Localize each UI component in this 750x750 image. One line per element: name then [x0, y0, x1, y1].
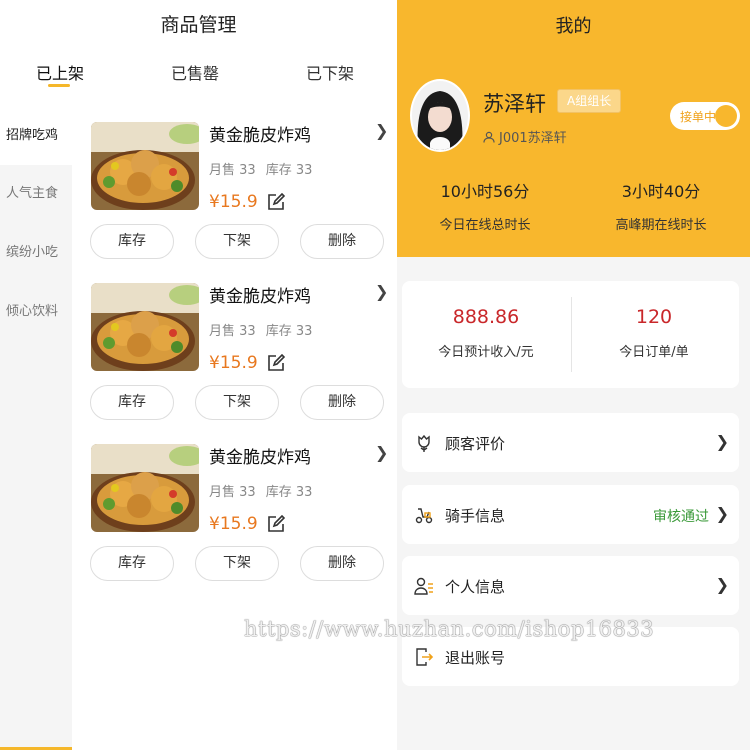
chevron-right-icon[interactable]: ❯ [375, 282, 388, 301]
status-tabs: 已上架 已售罄 已下架 [0, 60, 397, 90]
product-price: ¥15.9 [209, 192, 258, 212]
stat-value: 10小时56分 [440, 182, 530, 201]
take-off-shelf-button[interactable]: 下架 [195, 224, 279, 259]
category-item-drinks[interactable]: 倾心饮料 [0, 283, 72, 341]
menu-label: 顾客评价 [445, 435, 506, 453]
product-stats: 月售 33 库存 33 [209, 481, 312, 500]
person-icon [483, 131, 495, 147]
online-time-stat: 10小时56分 今日在线总时长 [397, 178, 573, 233]
monthly-sales: 月售 33 [209, 163, 256, 178]
chevron-right-icon[interactable]: ❯ [375, 443, 388, 462]
category-item-snacks[interactable]: 缤纷小吃 [0, 224, 72, 282]
delete-button[interactable]: 删除 [300, 385, 384, 420]
product-image[interactable] [91, 444, 199, 532]
tab-off-shelf[interactable]: 已下架 [306, 60, 354, 84]
orders-value: 120 [635, 306, 673, 328]
delete-button[interactable]: 删除 [300, 224, 384, 259]
watermark-text: https://www.huzhan.com/ishop16833 [244, 617, 655, 641]
category-item-staple[interactable]: 人气主食 [0, 165, 72, 223]
flower-icon [414, 433, 434, 453]
product-price: ¥15.9 [209, 353, 258, 373]
monthly-sales: 月售 33 [209, 485, 256, 500]
menu-item-rider-info[interactable]: 骑手信息 审核通过 ❯ [402, 485, 739, 544]
category-sidebar: 招牌吃鸡 人气主食 缤纷小吃 倾心饮料 [0, 107, 72, 750]
take-off-shelf-button[interactable]: 下架 [195, 546, 279, 581]
active-tab-indicator [48, 84, 70, 87]
chevron-right-icon: ❯ [715, 575, 729, 594]
stock-button[interactable]: 库存 [90, 224, 174, 259]
toggle-label: 接单中 [680, 110, 717, 124]
income-value: 888.86 [452, 306, 520, 328]
menu-label: 个人信息 [445, 578, 506, 596]
toggle-knob [715, 105, 737, 127]
peak-time-stat: 3小时40分 高峰期在线时长 [573, 178, 749, 233]
product-image[interactable] [91, 122, 199, 210]
product-card: 黄金脆皮炸鸡 ❯ 月售 33 库存 33 ¥15.9 库存 下架 删除 [72, 429, 397, 590]
orders-label: 今日订单/单 [619, 345, 689, 360]
page-title: 我的 [555, 16, 592, 37]
menu-item-personal-info[interactable]: 个人信息 ❯ [402, 556, 739, 615]
menu-item-customer-reviews[interactable]: 顾客评价 ❯ [402, 413, 739, 472]
income-label: 今日预计收入/元 [438, 345, 534, 360]
tab-on-shelf[interactable]: 已上架 [36, 60, 84, 84]
menu-label: 退出账号 [445, 649, 506, 667]
user-id-text: J001苏泽轩 [499, 131, 567, 146]
stock-count: 库存 33 [265, 163, 313, 178]
product-price: ¥15.9 [209, 514, 258, 534]
role-badge: A组组长 [557, 89, 622, 113]
chevron-right-icon[interactable]: ❯ [375, 121, 388, 140]
income-card: 888.86 今日预计收入/元 120 今日订单/单 [402, 281, 739, 388]
stock-count: 库存 33 [265, 324, 313, 339]
logout-icon [414, 647, 434, 667]
tab-sold-out[interactable]: 已售罄 [171, 60, 219, 84]
stock-count: 库存 33 [265, 485, 313, 500]
stat-label: 今日在线总时长 [439, 218, 531, 233]
category-item-signature-chicken[interactable]: 招牌吃鸡 [0, 107, 72, 165]
product-name: 黄金脆皮炸鸡 [209, 287, 311, 307]
product-stats: 月售 33 库存 33 [209, 320, 312, 339]
take-off-shelf-button[interactable]: 下架 [195, 385, 279, 420]
page-title: 商品管理 [160, 14, 237, 36]
menu-label: 骑手信息 [445, 507, 506, 525]
product-name: 黄金脆皮炸鸡 [209, 126, 311, 146]
monthly-sales: 月售 33 [209, 324, 256, 339]
avatar[interactable] [410, 79, 470, 152]
chevron-right-icon: ❯ [715, 432, 729, 451]
stat-label: 高峰期在线时长 [615, 218, 707, 233]
product-stats: 月售 33 库存 33 [209, 159, 312, 178]
user-id: J001苏泽轩 [483, 127, 567, 147]
stock-button[interactable]: 库存 [90, 546, 174, 581]
orders-stat: 120 今日订单/单 [570, 306, 738, 360]
scooter-icon [414, 505, 434, 525]
user-name: 苏泽轩 [483, 92, 546, 116]
accept-orders-toggle[interactable]: 接单中 [670, 102, 740, 130]
delete-button[interactable]: 删除 [300, 546, 384, 581]
profile-header: 我的 苏泽轩 A组组长 J001苏泽轩 接单中 10小时56分 今日在线总时长 [397, 0, 750, 257]
product-card: 黄金脆皮炸鸡 ❯ 月售 33 库存 33 ¥15.9 库存 下架 删除 [72, 107, 397, 268]
stock-button[interactable]: 库存 [90, 385, 174, 420]
edit-icon[interactable] [267, 192, 286, 211]
approval-status: 审核通过 [653, 509, 709, 525]
product-card: 黄金脆皮炸鸡 ❯ 月售 33 库存 33 ¥15.9 库存 下架 删除 [72, 268, 397, 429]
product-name: 黄金脆皮炸鸡 [209, 448, 311, 468]
chevron-right-icon: ❯ [715, 504, 729, 523]
stat-value: 3小时40分 [621, 182, 701, 201]
income-stat: 888.86 今日预计收入/元 [402, 306, 570, 360]
edit-icon[interactable] [267, 514, 286, 533]
user-list-icon [414, 576, 434, 596]
edit-icon[interactable] [267, 353, 286, 372]
product-image[interactable] [91, 283, 199, 371]
